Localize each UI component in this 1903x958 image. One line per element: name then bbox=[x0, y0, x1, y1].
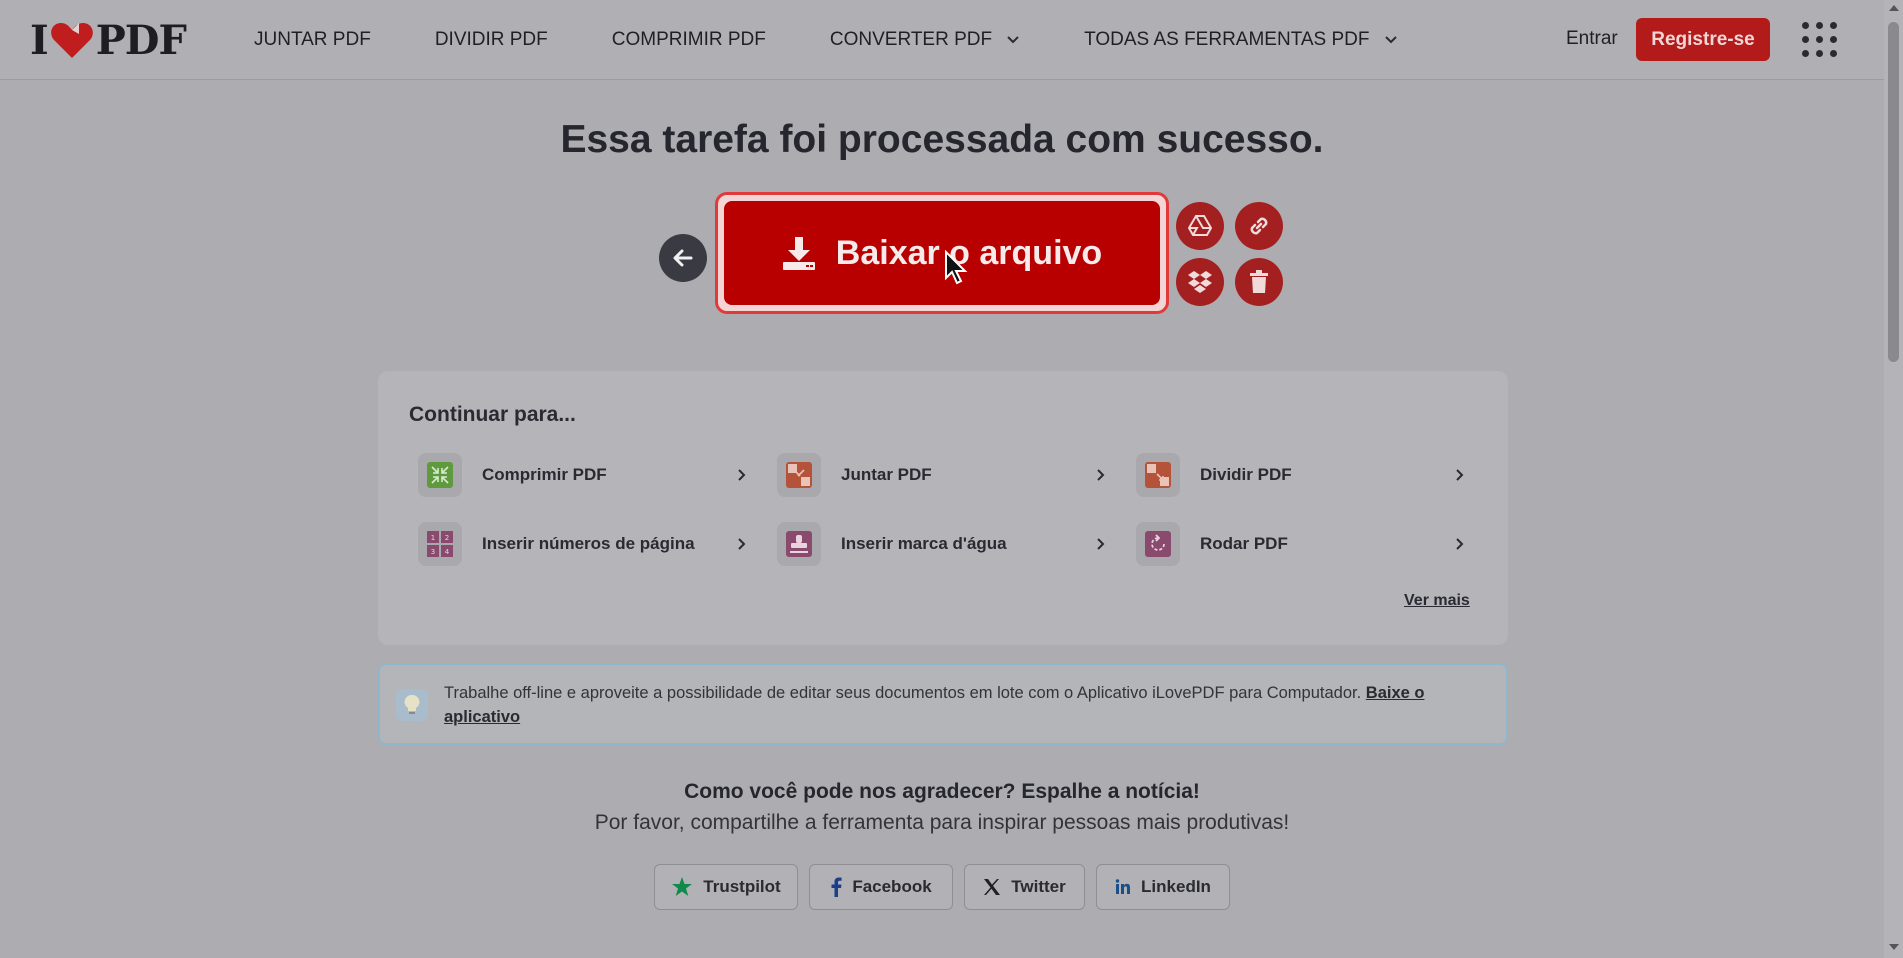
tool-tile bbox=[1136, 522, 1180, 566]
delete-file-button[interactable] bbox=[1235, 258, 1283, 306]
nav-label: TODAS AS FERRAMENTAS PDF bbox=[1084, 29, 1370, 50]
social-label: LinkedIn bbox=[1141, 877, 1211, 896]
copy-link-button[interactable] bbox=[1235, 202, 1283, 250]
scrollbar-thumb[interactable] bbox=[1888, 22, 1899, 362]
tool-label: Comprimir PDF bbox=[482, 465, 607, 484]
lightbulb-icon bbox=[396, 689, 428, 721]
google-drive-icon bbox=[1188, 215, 1212, 236]
trustpilot-button[interactable]: Trustpilot bbox=[654, 864, 798, 910]
page-title: Essa tarefa foi processada com sucesso. bbox=[560, 118, 1324, 161]
linkedin-icon bbox=[1115, 879, 1131, 894]
logo-text-i: I bbox=[30, 16, 49, 64]
register-button[interactable]: Registre-se bbox=[1636, 18, 1770, 61]
download-button[interactable]: Baixar o arquivo bbox=[724, 201, 1160, 305]
page-numbers-icon: 1 2 3 4 bbox=[427, 531, 453, 557]
chevron-right-icon bbox=[1456, 469, 1464, 481]
chevron-right-icon bbox=[738, 538, 746, 550]
compress-icon bbox=[427, 462, 453, 488]
nav-label: COMPRIMIR PDF bbox=[611, 29, 766, 50]
tool-tile bbox=[418, 453, 462, 497]
nav-todas-ferramentas[interactable]: TODAS AS FERRAMENTAS PDF bbox=[1084, 29, 1397, 51]
main-nav: JUNTAR PDF DIVIDIR PDF COMPRIMIR PDF CON… bbox=[254, 0, 1462, 80]
stamp-icon bbox=[786, 531, 812, 557]
tool-rotate-pdf[interactable]: Rodar PDF bbox=[1136, 522, 1466, 566]
social-label: Twitter bbox=[1011, 877, 1066, 896]
tool-juntar-pdf[interactable]: Juntar PDF bbox=[777, 453, 1107, 497]
facebook-button[interactable]: Facebook bbox=[809, 864, 953, 910]
tool-label: Juntar PDF bbox=[841, 465, 932, 484]
logo-text-pdf: PDF bbox=[95, 16, 187, 64]
nav-converter-pdf[interactable]: CONVERTER PDF bbox=[830, 29, 1020, 51]
tool-tile: 1 2 3 4 bbox=[418, 522, 462, 566]
desktop-app-banner: Trabalhe off-line e aproveite a possibil… bbox=[378, 663, 1508, 745]
tool-tile bbox=[777, 522, 821, 566]
mouse-cursor-icon bbox=[945, 250, 968, 285]
tool-label: Inserir marca d'água bbox=[841, 534, 1007, 553]
facebook-icon bbox=[831, 877, 842, 897]
tool-comprimir-pdf[interactable]: Comprimir PDF bbox=[418, 453, 748, 497]
svg-text:3: 3 bbox=[431, 548, 435, 556]
download-button-frame: Baixar o arquivo bbox=[715, 192, 1169, 314]
vertical-scrollbar[interactable] bbox=[1884, 0, 1903, 958]
dropbox-icon bbox=[1188, 271, 1212, 293]
scroll-up-arrow[interactable] bbox=[1889, 5, 1899, 11]
scroll-down-arrow[interactable] bbox=[1889, 944, 1899, 950]
back-button[interactable] bbox=[659, 234, 707, 282]
svg-text:4: 4 bbox=[445, 548, 450, 556]
nav-juntar-pdf[interactable]: JUNTAR PDF bbox=[254, 29, 371, 51]
link-icon bbox=[1250, 217, 1268, 235]
heart-icon bbox=[50, 23, 93, 58]
svg-text:1: 1 bbox=[431, 534, 435, 542]
nav-label: JUNTAR PDF bbox=[254, 29, 371, 50]
tool-page-numbers[interactable]: 1 2 3 4 Inserir números de página bbox=[418, 522, 748, 566]
chevron-right-icon bbox=[1097, 469, 1105, 481]
apps-grid-icon[interactable] bbox=[1802, 22, 1838, 58]
continue-title: Continuar para... bbox=[409, 403, 576, 426]
share-subtitle: Por favor, compartilhe a ferramenta para… bbox=[594, 811, 1290, 834]
download-icon bbox=[782, 237, 815, 270]
x-twitter-icon bbox=[984, 879, 1001, 895]
twitter-button[interactable]: Twitter bbox=[964, 864, 1085, 910]
arrow-left-icon bbox=[673, 249, 693, 267]
banner-text: Trabalhe off-line e aproveite a possibil… bbox=[444, 684, 1362, 702]
chevron-down-icon bbox=[1384, 36, 1397, 44]
tool-watermark[interactable]: Inserir marca d'água bbox=[777, 522, 1107, 566]
login-link[interactable]: Entrar bbox=[1566, 28, 1618, 50]
social-label: Facebook bbox=[852, 877, 932, 896]
chevron-right-icon bbox=[1456, 538, 1464, 550]
save-to-google-drive-button[interactable] bbox=[1176, 202, 1224, 250]
chevron-right-icon bbox=[1097, 538, 1105, 550]
tool-tile bbox=[777, 453, 821, 497]
split-icon bbox=[1145, 462, 1171, 488]
rotate-icon bbox=[1145, 531, 1171, 557]
banner-text-block: Trabalhe off-line e aproveite a possibil… bbox=[444, 681, 1494, 729]
save-to-dropbox-button[interactable] bbox=[1176, 258, 1224, 306]
nav-label: CONVERTER PDF bbox=[829, 29, 993, 50]
share-title: Como você pode nos agradecer? Espalhe a … bbox=[684, 780, 1200, 803]
chevron-down-icon bbox=[1007, 36, 1019, 44]
chevron-right-icon bbox=[738, 469, 746, 481]
social-label: Trustpilot bbox=[703, 877, 781, 896]
star-icon bbox=[672, 877, 693, 896]
continue-to-card: Continuar para... Comprimir PDF Juntar P… bbox=[378, 371, 1508, 645]
linkedin-button[interactable]: LinkedIn bbox=[1096, 864, 1230, 910]
tool-label: Dividir PDF bbox=[1200, 465, 1292, 484]
top-header: I PDF JUNTAR PDF DIVIDIR PDF COMPRIMIR P… bbox=[0, 0, 1884, 80]
tool-dividir-pdf[interactable]: Dividir PDF bbox=[1136, 453, 1466, 497]
tool-label: Rodar PDF bbox=[1200, 534, 1288, 553]
trash-icon bbox=[1250, 270, 1268, 293]
nav-label: DIVIDIR PDF bbox=[434, 29, 548, 50]
tool-label: Inserir números de página bbox=[482, 534, 695, 553]
tool-tile bbox=[1136, 453, 1180, 497]
merge-icon bbox=[786, 462, 812, 488]
nav-comprimir-pdf[interactable]: COMPRIMIR PDF bbox=[612, 29, 766, 51]
nav-dividir-pdf[interactable]: DIVIDIR PDF bbox=[435, 29, 548, 51]
ilovepdf-logo[interactable]: I PDF bbox=[30, 16, 187, 64]
svg-text:2: 2 bbox=[445, 534, 449, 542]
see-more-link[interactable]: Ver mais bbox=[1404, 592, 1470, 610]
